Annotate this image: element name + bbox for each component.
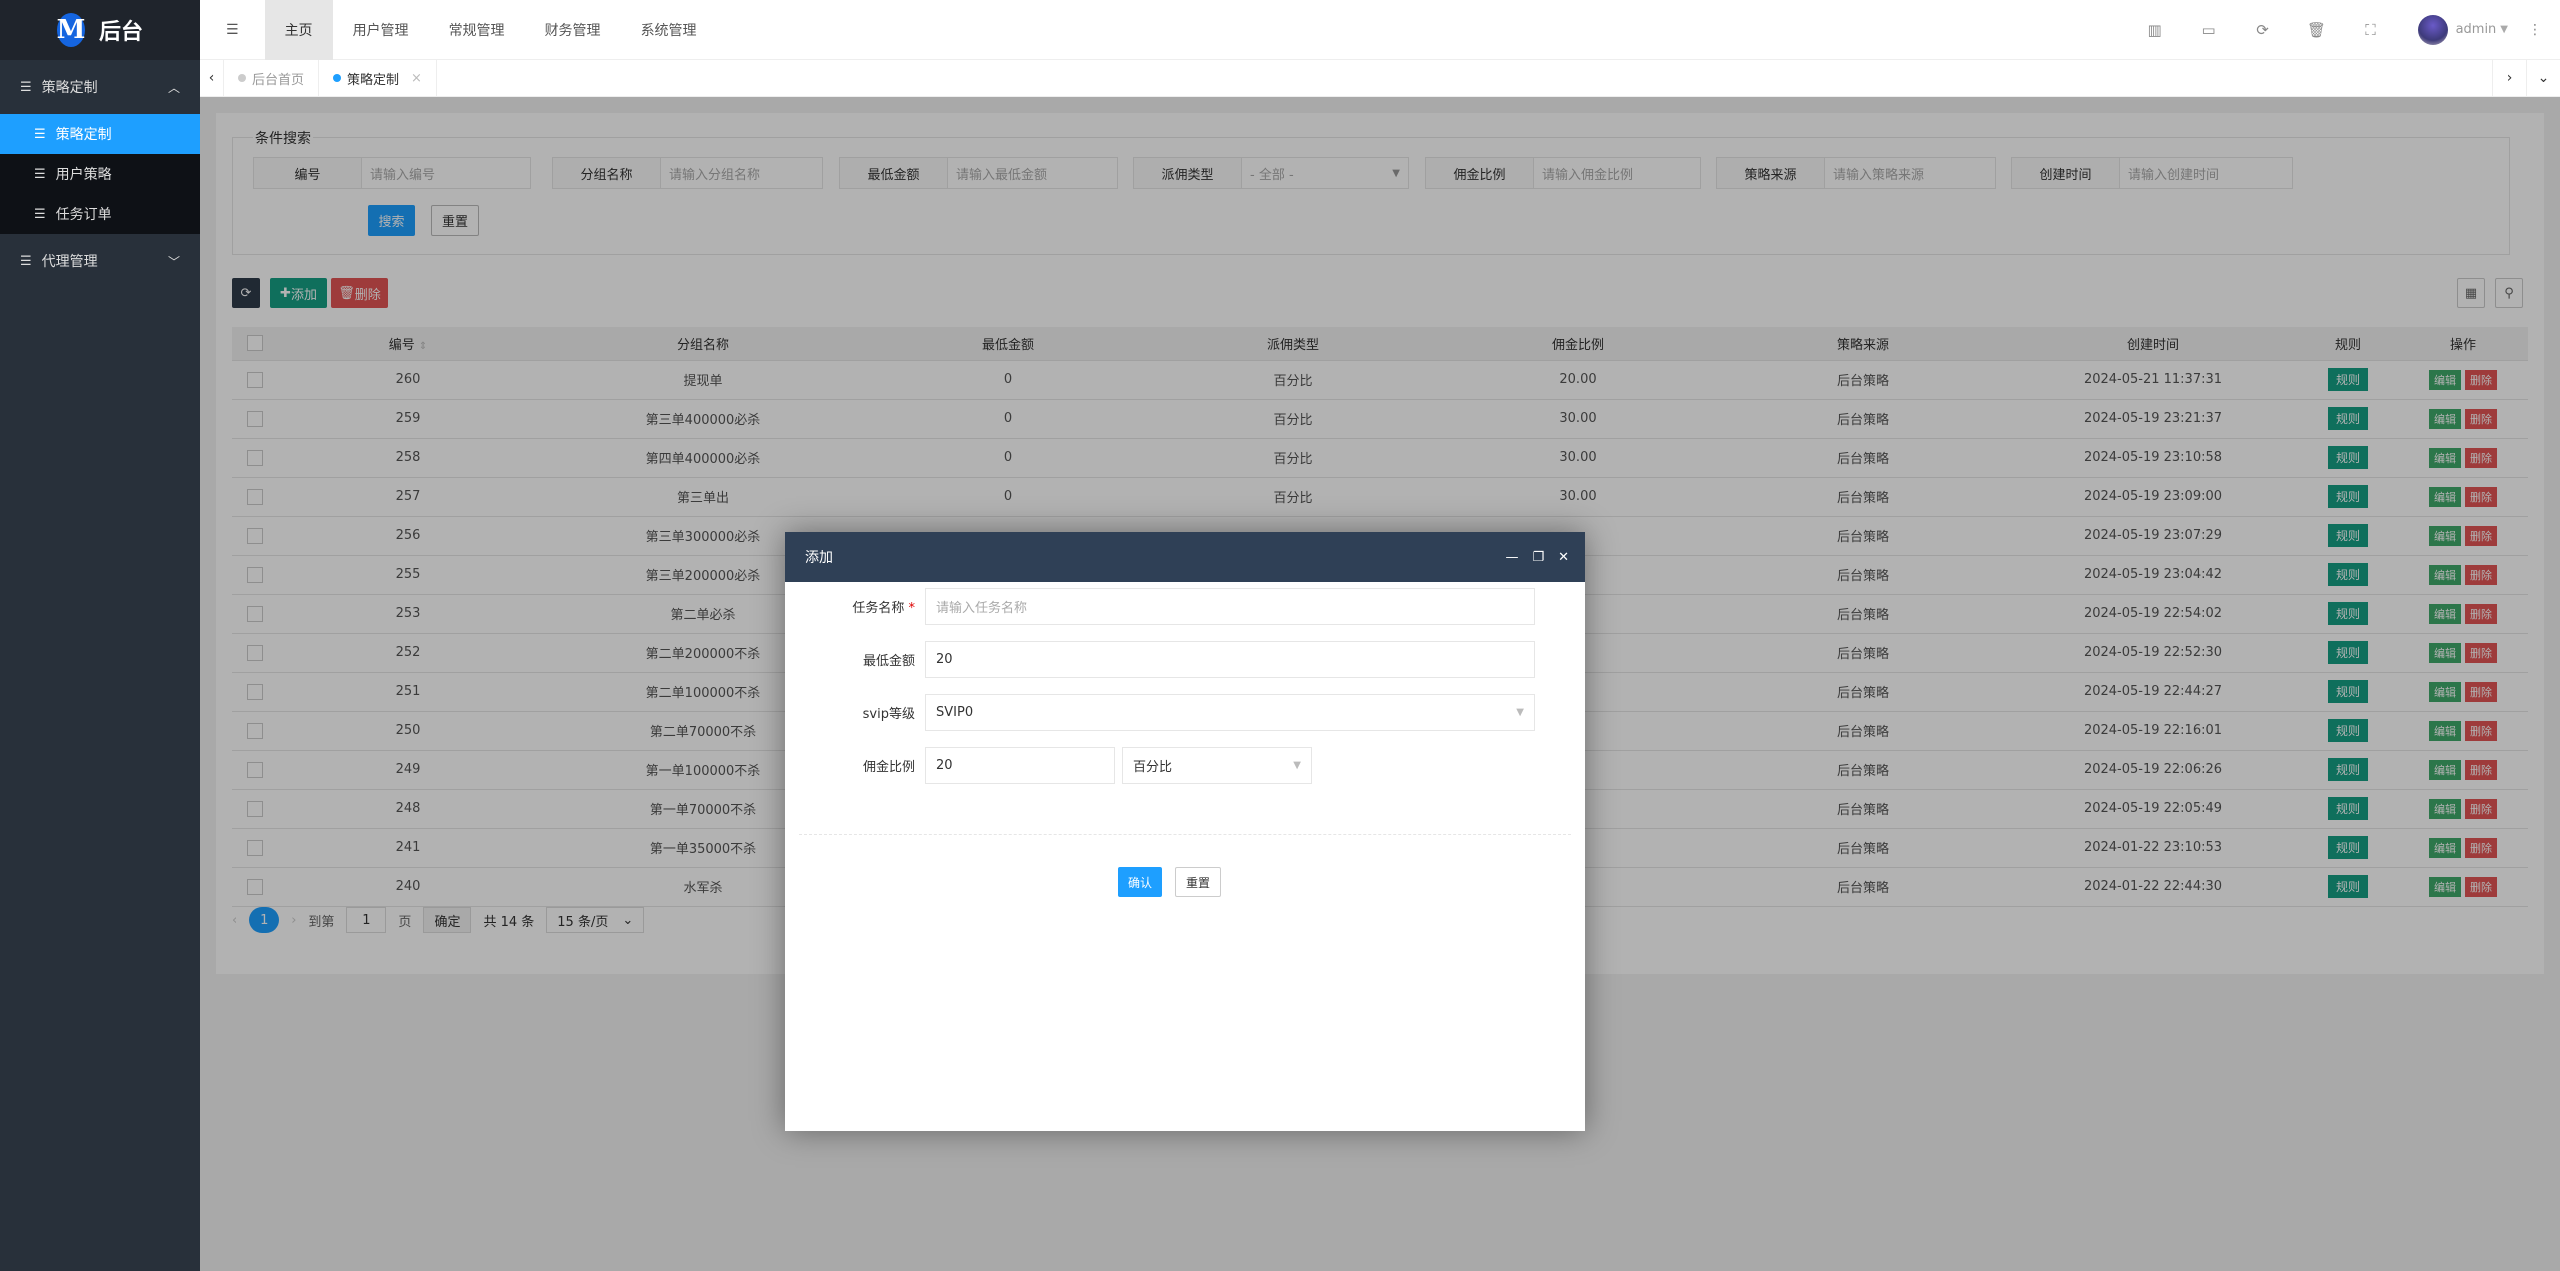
- nav-system[interactable]: 系统管理: [621, 0, 717, 60]
- tab-label: 后台首页: [252, 72, 305, 88]
- confirm-button[interactable]: 确认: [1118, 867, 1162, 897]
- dialog-reset-button[interactable]: 重置: [1175, 867, 1221, 897]
- caret-down-icon: ▼: [1516, 707, 1524, 718]
- field-task-name: 任务名称 * 请输入任务名称: [785, 588, 1535, 625]
- caret-down-icon: ▼: [2500, 24, 2508, 35]
- tab-bar: ‹ 后台首页 策略定制 × › ⌄: [200, 59, 2560, 97]
- sidebar-group-label: 策略定制: [41, 80, 98, 96]
- add-dialog: 添加 — ❐ ✕ 任务名称 * 请输入任务名称 最低金额 20 svip等级 SVIP0 ▼…: [785, 532, 1585, 1131]
- sidebar-submenu: ☰ 策略定制 ☰ 用户策略 ☰ 任务订单: [0, 114, 200, 234]
- field-commission: 佣金比例 20 百分比 ▼: [785, 747, 1312, 784]
- tab-label: 策略定制: [347, 72, 400, 88]
- sidebar-item-label: 策略定制: [55, 127, 112, 143]
- tab-scroll-left-icon[interactable]: ‹: [200, 59, 224, 97]
- app-title: 后台: [98, 20, 143, 45]
- field-min-amount: 最低金额 20: [785, 641, 1535, 678]
- avatar[interactable]: [2417, 14, 2448, 45]
- refresh-icon[interactable]: ⟳: [2236, 21, 2290, 39]
- dot-icon: [333, 74, 342, 82]
- logo[interactable]: M 后台: [0, 0, 200, 60]
- card-icon[interactable]: ▭: [2182, 21, 2236, 39]
- field-label: svip等级: [862, 707, 915, 722]
- nav-users[interactable]: 用户管理: [333, 0, 429, 60]
- chevron-up-icon: ︿: [167, 80, 180, 95]
- list-icon: ☰: [20, 79, 32, 95]
- nav-home[interactable]: 主页: [264, 0, 333, 60]
- list-icon: ☰: [34, 166, 46, 182]
- divider: [799, 834, 1571, 835]
- dialog-header: 添加 — ❐ ✕: [785, 532, 1585, 582]
- commission-input[interactable]: 20: [925, 747, 1115, 784]
- commission-type-select[interactable]: 百分比 ▼: [1122, 747, 1312, 784]
- logo-icon: M: [56, 13, 86, 47]
- field-label: 最低金额: [862, 654, 915, 669]
- select-value: 百分比: [1133, 760, 1173, 775]
- min-amount-input[interactable]: 20: [925, 641, 1535, 678]
- field-svip: svip等级 SVIP0 ▼: [785, 694, 1535, 731]
- tab-scroll-right-icon[interactable]: ›: [2492, 59, 2526, 97]
- task-name-input[interactable]: 请输入任务名称: [925, 588, 1535, 625]
- tab-strategy[interactable]: 策略定制 ×: [319, 59, 437, 97]
- field-label: 佣金比例: [862, 760, 915, 775]
- maximize-icon[interactable]: ❐: [1532, 550, 1544, 565]
- sidebar-group-strategy[interactable]: ☰ 策略定制 ︿: [0, 60, 200, 114]
- chevron-down-icon: ﹀: [167, 254, 180, 269]
- top-bar: ☰ 主页 用户管理 常规管理 财务管理 系统管理 ▥ ▭ ⟳ 🗑 ⛶ admin…: [200, 0, 2560, 60]
- dot-icon: [238, 74, 246, 82]
- sidebar-group-agent[interactable]: ☰ 代理管理 ﹀: [0, 234, 200, 288]
- sidebar-item-strategy[interactable]: ☰ 策略定制: [0, 114, 200, 154]
- fullscreen-icon[interactable]: ⛶: [2344, 21, 2398, 39]
- minimize-icon[interactable]: —: [1505, 550, 1518, 565]
- dialog-title: 添加: [805, 550, 833, 566]
- chart-icon[interactable]: ▥: [2128, 21, 2182, 39]
- more-icon[interactable]: ⋮: [2528, 22, 2542, 38]
- svip-select[interactable]: SVIP0 ▼: [925, 694, 1535, 731]
- list-icon: ☰: [20, 253, 32, 269]
- sidebar-item-label: 用户策略: [55, 167, 112, 183]
- sidebar-item-label: 任务订单: [55, 207, 112, 223]
- caret-down-icon: ▼: [1293, 760, 1301, 771]
- select-value: SVIP0: [936, 705, 974, 720]
- user-menu[interactable]: admin: [2456, 22, 2497, 37]
- field-label: 任务名称 *: [852, 601, 915, 616]
- tab-home[interactable]: 后台首页: [224, 59, 320, 97]
- sidebar-group-label: 代理管理: [41, 254, 98, 270]
- sidebar-item-user-strategy[interactable]: ☰ 用户策略: [0, 154, 200, 194]
- menu-toggle-icon[interactable]: ☰: [200, 0, 265, 60]
- close-icon[interactable]: ✕: [1558, 550, 1569, 565]
- trash-icon[interactable]: 🗑: [2290, 21, 2344, 39]
- list-icon: ☰: [34, 206, 46, 222]
- nav-finance[interactable]: 财务管理: [525, 0, 621, 60]
- nav-general[interactable]: 常规管理: [429, 0, 525, 60]
- sidebar: M 后台 ☰ 策略定制 ︿ ☰ 策略定制 ☰ 用户策略 ☰ 任务订单 ☰ 代理管理 ﹀: [0, 0, 200, 1271]
- list-icon: ☰: [34, 126, 46, 142]
- close-icon[interactable]: ×: [411, 71, 422, 86]
- chevron-down-icon[interactable]: ⌄: [2526, 59, 2560, 97]
- sidebar-item-task-orders[interactable]: ☰ 任务订单: [0, 194, 200, 234]
